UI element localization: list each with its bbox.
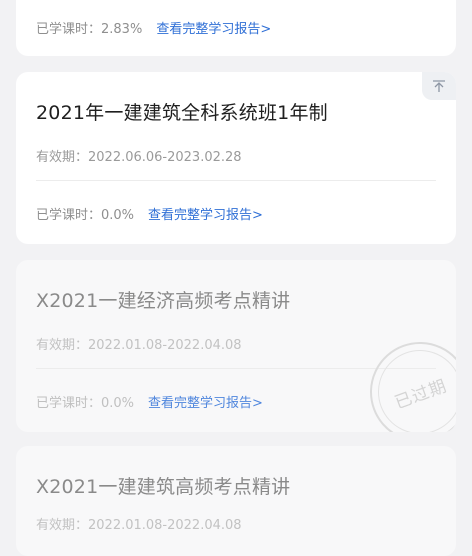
validity-period: 有效期：2022.01.08-2022.04.08 xyxy=(36,518,242,533)
pin-to-top-icon xyxy=(433,80,445,92)
expired-stamp-text: 已过期 xyxy=(392,375,450,413)
view-report-link[interactable]: 查看完整学习报告> xyxy=(148,396,263,411)
divider xyxy=(36,180,436,181)
validity-period: 有效期：2022.01.08-2022.04.08 xyxy=(36,338,242,353)
pin-to-top-button[interactable] xyxy=(422,72,456,100)
course-title: 2021年一建建筑全科系统班1年制 xyxy=(36,102,328,124)
progress-label: 已学课时：0.0% xyxy=(36,396,135,411)
progress-label: 已学课时：0.0% xyxy=(36,208,135,223)
view-report-link[interactable]: 查看完整学习报告> xyxy=(148,208,263,223)
course-card[interactable]: 已学课时：2.83% 查看完整学习报告> xyxy=(16,0,456,56)
course-card[interactable]: 2021年一建建筑全科系统班1年制 有效期：2022.06.06-2023.02… xyxy=(16,72,456,244)
progress-row: 已学课时：2.83% 查看完整学习报告> xyxy=(36,18,271,37)
progress-row: 已学课时：0.0% 查看完整学习报告> xyxy=(36,204,263,223)
course-title: X2021一建建筑高频考点精讲 xyxy=(36,476,291,498)
progress-label: 已学课时：2.83% xyxy=(36,22,143,37)
progress-row: 已学课时：0.0% 查看完整学习报告> xyxy=(36,392,263,411)
course-title: X2021一建经济高频考点精讲 xyxy=(36,290,291,312)
course-card-expired[interactable]: X2021一建经济高频考点精讲 有效期：2022.01.08-2022.04.0… xyxy=(16,260,456,432)
course-card-expired[interactable]: X2021一建建筑高频考点精讲 有效期：2022.01.08-2022.04.0… xyxy=(16,446,456,556)
validity-period: 有效期：2022.06.06-2023.02.28 xyxy=(36,150,242,165)
view-report-link[interactable]: 查看完整学习报告> xyxy=(156,22,271,37)
expired-stamp: 已过期 xyxy=(355,327,456,432)
